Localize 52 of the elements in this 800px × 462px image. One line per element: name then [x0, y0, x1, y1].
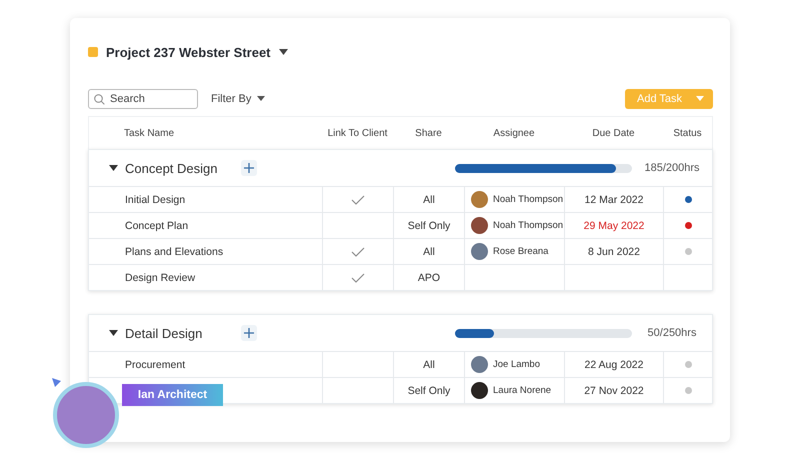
- hours-text: 50/250hrs: [646, 327, 698, 339]
- assignee-name: Noah Thompson: [493, 220, 564, 231]
- avatar: [471, 243, 488, 260]
- add-button[interactable]: [241, 325, 257, 341]
- share-text: Self Only: [408, 220, 450, 232]
- due-date: 12 Mar 2022: [584, 194, 644, 206]
- column-header: Link To Client: [326, 128, 388, 138]
- avatar: [471, 191, 488, 208]
- column-header: Task Name: [123, 128, 176, 138]
- group-name: Concept Design: [125, 160, 218, 176]
- due-date: 29 May 2022: [584, 220, 644, 232]
- column-header: Status: [672, 128, 703, 138]
- task-name: Procurement: [125, 358, 186, 370]
- share-text: All: [423, 246, 435, 258]
- task-name: Concept Plan: [125, 220, 188, 232]
- share-text: All: [423, 358, 435, 370]
- search-field[interactable]: Search: [88, 89, 198, 109]
- assignee-name: Joe Lambo: [493, 359, 540, 370]
- plus-icon: [244, 328, 254, 338]
- avatar: [53, 382, 119, 448]
- dropdown-icon[interactable]: [278, 48, 288, 56]
- due-date: 27 Nov 2022: [584, 384, 644, 396]
- caret-icon[interactable]: [109, 164, 119, 172]
- add-button[interactable]: [241, 160, 257, 176]
- filter-button[interactable]: Filter By: [211, 93, 266, 105]
- avatar: [471, 382, 488, 399]
- column-header: Assignee: [492, 128, 536, 138]
- caret-icon[interactable]: [109, 329, 119, 337]
- hours-text: 185/200hrs: [643, 162, 701, 174]
- column-header: Share: [414, 128, 443, 138]
- task-name: Plans and Elevations: [125, 246, 224, 258]
- due-date: 8 Jun 2022: [588, 246, 640, 258]
- project-title: Project 237 Webster Street: [106, 44, 270, 60]
- due-date: 22 Aug 2022: [584, 358, 644, 370]
- avatar: [471, 356, 488, 373]
- group-name: Detail Design: [125, 326, 204, 340]
- assignee-name: Noah Thompson: [493, 194, 564, 205]
- share-text: All: [423, 194, 435, 206]
- column-header: Due Date: [591, 128, 636, 138]
- plus-icon: [244, 163, 254, 173]
- assignee-name: Laura Norene: [493, 385, 552, 396]
- share-text: APO: [418, 272, 440, 284]
- avatar: [471, 217, 488, 234]
- task-name: Initial Design: [125, 194, 186, 206]
- task-name: Design Review: [125, 272, 196, 284]
- cursor-label: Ian Architect: [122, 384, 223, 406]
- search-icon: [94, 94, 105, 105]
- caret-icon: [257, 96, 266, 102]
- caret-icon: [696, 96, 704, 102]
- assignee-name: Rose Breana: [493, 246, 548, 257]
- pointer-icon: [52, 378, 62, 388]
- share-text: Self Only: [408, 384, 450, 396]
